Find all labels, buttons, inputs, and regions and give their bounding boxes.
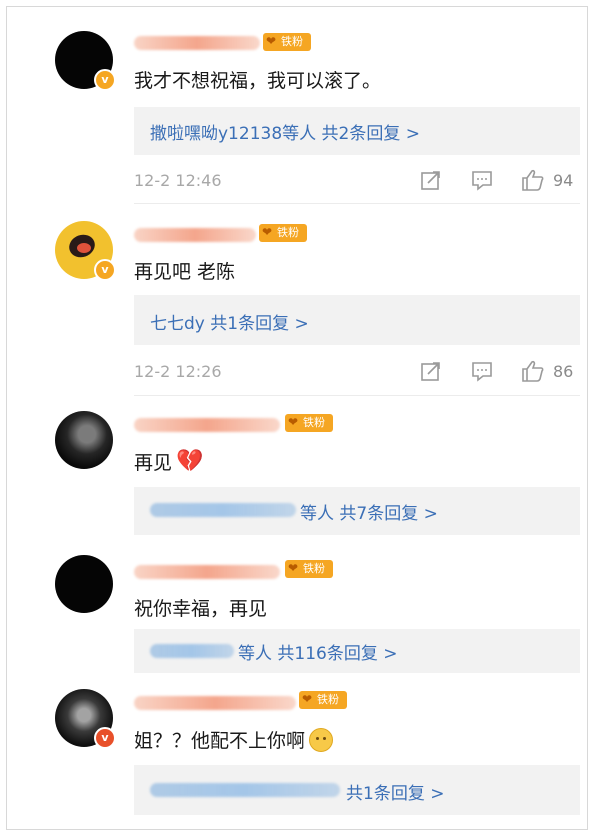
comment-icon[interactable] — [471, 169, 493, 191]
username-redacted — [134, 696, 296, 710]
divider — [134, 395, 580, 396]
reply-summary-link[interactable]: 共1条回复 > — [346, 779, 444, 804]
username-redacted — [134, 418, 280, 432]
avatar[interactable]: v — [55, 221, 116, 281]
verified-badge-icon: v — [94, 727, 116, 749]
heart-icon: ❤ — [302, 692, 313, 706]
share-icon[interactable] — [420, 169, 442, 191]
reply-users-redacted — [150, 644, 234, 658]
username-redacted — [134, 565, 280, 579]
fan-badge: ❤ 铁粉 — [259, 224, 307, 242]
like-icon[interactable] — [521, 168, 545, 192]
reply-summary-link[interactable]: 等人 共7条回复 > — [300, 499, 438, 524]
like-count: 86 — [553, 362, 574, 381]
comment-text: 姐？？他配不上你啊 — [134, 726, 334, 754]
comment-text: 我才不想祝福，我可以滚了。 — [134, 70, 382, 92]
comment-text: 再见吧 老陈 — [134, 261, 236, 283]
heart-icon: ❤ — [266, 34, 277, 48]
fan-badge: ❤ 铁粉 — [285, 560, 333, 578]
share-icon[interactable] — [420, 360, 442, 382]
comment-text: 祝你幸福，再见 — [134, 598, 268, 620]
fan-badge: ❤ 铁粉 — [263, 33, 311, 51]
heart-icon: ❤ — [262, 225, 273, 239]
fan-badge: ❤ 铁粉 — [285, 414, 333, 432]
broken-heart-emoji: 💔 — [176, 448, 204, 474]
divider — [134, 203, 580, 204]
reply-summary-box[interactable]: 共1条回复 > — [134, 765, 580, 815]
avatar[interactable]: v — [55, 689, 116, 749]
reply-summary-link[interactable]: 七七dy 共1条回复 > — [150, 309, 309, 334]
reply-summary-box[interactable]: 七七dy 共1条回复 > — [134, 295, 580, 345]
heart-icon: ❤ — [288, 561, 299, 575]
username-redacted — [134, 36, 260, 50]
comment-time: 12-2 12:26 — [134, 362, 222, 381]
fan-badge: ❤ 铁粉 — [299, 691, 347, 709]
like-count: 94 — [553, 171, 574, 190]
reply-summary-link[interactable]: 撒啦嘿呦y12138等人 共2条回复 > — [150, 119, 420, 144]
heart-icon: ❤ — [288, 415, 299, 429]
reply-users-redacted — [150, 503, 296, 517]
sad-face-emoji — [309, 727, 334, 752]
comment-text: 再见 💔 — [134, 448, 203, 475]
avatar-art — [77, 243, 91, 253]
reply-summary-box[interactable]: 等人 共116条回复 > — [134, 629, 580, 673]
avatar[interactable] — [55, 411, 113, 469]
verified-badge-icon: v — [94, 69, 116, 91]
avatar[interactable]: v — [55, 31, 116, 91]
comment-icon[interactable] — [471, 360, 493, 382]
reply-summary-box[interactable]: 等人 共7条回复 > — [134, 487, 580, 535]
comment-text-content: 姐？？他配不上你啊 — [134, 730, 306, 752]
comment-feed: v ❤ 铁粉 我才不想祝福，我可以滚了。 撒啦嘿呦y12138等人 共2条回复 … — [6, 6, 588, 830]
like-icon[interactable] — [521, 359, 545, 383]
verified-badge-icon: v — [94, 259, 116, 281]
reply-summary-link[interactable]: 等人 共116条回复 > — [238, 639, 398, 664]
reply-summary-box[interactable]: 撒啦嘿呦y12138等人 共2条回复 > — [134, 107, 580, 155]
avatar[interactable] — [55, 555, 113, 613]
username-redacted — [134, 228, 256, 242]
comment-text-content: 再见 — [134, 452, 173, 474]
reply-users-redacted — [150, 783, 340, 797]
comment-time: 12-2 12:46 — [134, 171, 222, 190]
